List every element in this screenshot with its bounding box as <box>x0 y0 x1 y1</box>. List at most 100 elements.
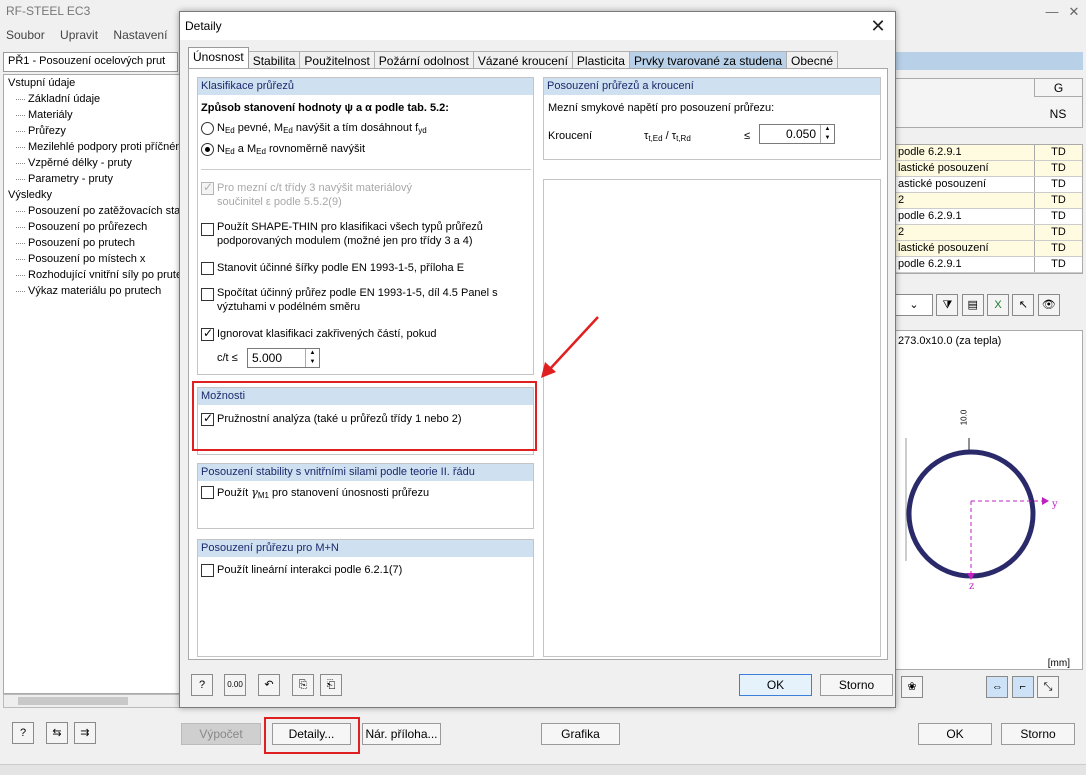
radio-n-fixed[interactable] <box>201 122 214 135</box>
torsion-down-icon[interactable]: ▼ <box>821 134 834 143</box>
tree-item[interactable]: Vstupní údaje <box>4 75 180 91</box>
table-row[interactable]: podle 6.2.9.1 TD <box>896 209 1082 225</box>
tree-item[interactable]: Posouzení po zatěžovacích stav <box>4 203 180 219</box>
status-strip <box>0 764 1086 775</box>
menu-settings[interactable]: Nastavení <box>113 28 167 42</box>
table-row[interactable]: podle 6.2.9.1 TD <box>896 257 1082 273</box>
row-text: podle 6.2.9.1 <box>898 258 962 270</box>
reset-view-icon[interactable]: ⤡ <box>1037 676 1060 698</box>
tree-item[interactable]: Posouzení po prutech <box>4 235 180 251</box>
torsion-up-icon[interactable]: ▲ <box>821 125 834 134</box>
dialog-ok-button[interactable]: OK <box>739 674 812 696</box>
tree-item[interactable]: Mezilehlé podpory proti příčném <box>4 139 180 155</box>
row-text: 2 <box>898 194 905 206</box>
select-icon[interactable]: ↖ <box>1012 294 1035 316</box>
filter-dropdown[interactable]: ⌄ <box>895 294 933 316</box>
gamma-m1-label: Použít γM1 pro stanovení únosnosti průře… <box>217 486 430 500</box>
table-row[interactable]: lastické posouzení TD <box>896 241 1082 257</box>
table-row[interactable]: 2 TD <box>896 225 1082 241</box>
dialog-close-icon[interactable]: ✕ <box>867 15 889 37</box>
ct-label: c/t ≤ <box>217 352 238 364</box>
case-select[interactable]: PŘ1 - Posouzení ocelových prut <box>3 52 178 72</box>
radio-n-m-uniform-label: NEd a MEd rovnoměrně navýšit <box>217 143 365 156</box>
tree-item[interactable]: Parametry - pruty <box>4 171 180 187</box>
excel-export-icon[interactable]: X <box>987 294 1010 316</box>
tree-item[interactable]: Posouzení po průřezech <box>4 219 180 235</box>
effwidth-checkbox[interactable] <box>201 262 214 275</box>
torsion-ratio: τt,Ed / τt,Rd <box>644 130 691 143</box>
row-code: TD <box>1034 257 1082 272</box>
default-reset-icon[interactable]: ↶ <box>258 674 280 696</box>
stability-heading: Posouzení stability s vnitřními silami p… <box>198 464 533 481</box>
tab-page-unosnost: Klasifikace průřezů Způsob stanovení hod… <box>188 68 888 660</box>
tree-item[interactable]: Výsledky <box>4 187 180 203</box>
ct-down-icon[interactable]: ▼ <box>306 358 319 367</box>
ct-input[interactable]: 5.000 ▲ ▼ <box>247 348 320 368</box>
axes-icon[interactable]: ⌐ <box>1011 676 1034 698</box>
tree-item[interactable]: Základní údaje <box>4 91 180 107</box>
tree-item[interactable]: Průřezy <box>4 123 180 139</box>
national-annex-button[interactable]: Nár. příloha... <box>362 723 441 745</box>
import-icon[interactable]: ⇆ <box>46 722 68 744</box>
mn-heading: Posouzení průřezu pro M+N <box>198 540 533 557</box>
graphics-button[interactable]: Grafika <box>541 723 620 745</box>
calc-button[interactable]: Výpočet <box>181 723 261 745</box>
highlight-details-button <box>264 717 360 754</box>
save-default-icon[interactable]: ⎘ <box>292 674 314 696</box>
row-text: lastické posouzení <box>898 242 989 254</box>
effsection-checkbox[interactable] <box>201 288 214 301</box>
torsion-value: 0.050 <box>785 127 816 141</box>
tree-item[interactable]: Rozhodující vnitřní síly po prute <box>4 267 180 283</box>
class3-checkbox[interactable] <box>201 180 214 195</box>
close-app-icon[interactable]: ✕ <box>1062 2 1086 22</box>
row-code: TD <box>1034 145 1082 160</box>
dialog-help-icon[interactable]: ? <box>191 674 213 696</box>
menu-edit[interactable]: Upravit <box>60 28 98 42</box>
tree-item[interactable]: Posouzení po místech x <box>4 251 180 267</box>
app-ok-button[interactable]: OK <box>918 723 992 745</box>
minimize-icon[interactable]: — <box>1040 2 1064 22</box>
decimal-places-icon[interactable]: 0.00 <box>224 674 246 696</box>
axis-z-label: z <box>969 581 975 592</box>
help-icon[interactable]: ? <box>12 722 34 744</box>
table-row[interactable]: lastické posouzení TD <box>896 161 1082 177</box>
tab-unosnost[interactable]: Únosnost <box>188 47 249 69</box>
table-row[interactable]: astické posouzení TD <box>896 177 1082 193</box>
shapethin-label-2: podporovaných modulem (možné jen pro tří… <box>217 235 473 247</box>
torsion-group: Posouzení průřezů a kroucení Mezní smyko… <box>543 77 881 160</box>
shapethin-checkbox[interactable] <box>201 223 214 236</box>
dialog-cancel-button[interactable]: Storno <box>820 674 893 696</box>
tree-item[interactable]: Vzpěrné délky - pruty <box>4 155 180 171</box>
menu-file[interactable]: Soubor <box>6 28 45 42</box>
tree-scrollbar[interactable] <box>3 694 181 708</box>
table-row[interactable]: podle 6.2.9.1 TD <box>896 145 1082 161</box>
filter-icon[interactable]: ⧩ <box>936 294 959 316</box>
radio-n-m-uniform[interactable] <box>201 143 214 156</box>
export-icon[interactable]: ⇉ <box>74 722 96 744</box>
row-code: TD <box>1034 161 1082 176</box>
ignore-curved-checkbox[interactable] <box>201 326 214 341</box>
tree-item[interactable]: Materiály <box>4 107 180 123</box>
app-cancel-button[interactable]: Storno <box>1001 723 1075 745</box>
linear-interaction-label: Použít lineární interakci podle 6.2.1(7) <box>217 564 403 576</box>
table-row[interactable]: 2 TD <box>896 193 1082 209</box>
results-table: podle 6.2.9.1 TD lastické posouzení TD astic… <box>895 144 1083 274</box>
torsion-input[interactable]: 0.050 ▲ ▼ <box>759 124 835 144</box>
torsion-row-label: Kroucení <box>548 130 593 142</box>
separator <box>201 169 531 170</box>
ct-up-icon[interactable]: ▲ <box>306 349 319 358</box>
linear-interaction-checkbox[interactable] <box>201 564 214 577</box>
section-drawing <box>905 438 1049 580</box>
effsection-label-1: Spočítat účinný průřez podle EN 1993-1-5… <box>217 287 498 299</box>
color-filter-icon[interactable]: ▤ <box>961 294 984 316</box>
gamma-m1-checkbox[interactable] <box>201 486 214 499</box>
mn-group: Posouzení průřezu pro M+N Použít lineárn… <box>197 539 534 657</box>
view-icon[interactable]: 👁 <box>1037 294 1060 316</box>
load-default-icon[interactable]: ⎗ <box>320 674 342 696</box>
tree-item[interactable]: Výkaz materiálu po prutech <box>4 283 180 299</box>
axis-y-label: y <box>1052 499 1058 510</box>
dimension-icon[interactable]: ⇔ <box>986 676 1009 698</box>
dialog-tabs: Únosnost Stabilita Použitelnost Požární odo… <box>188 47 839 71</box>
render-icon[interactable]: ❀ <box>901 676 923 698</box>
section-preview: 273.0x10.0 (za tepla) 10.0 y z [mm] <box>895 330 1083 670</box>
